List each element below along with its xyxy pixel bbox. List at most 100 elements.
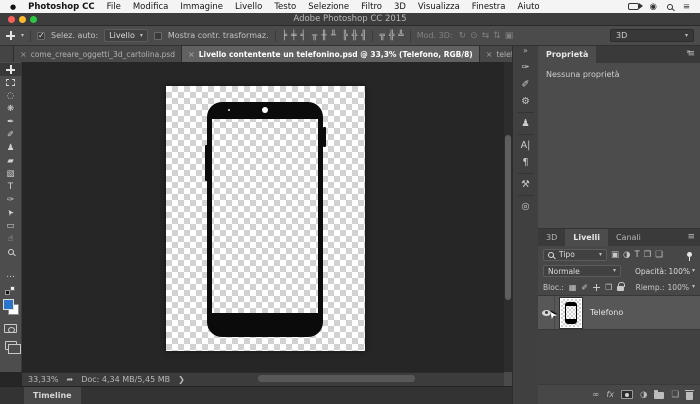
path-selection-tool[interactable]: ➤ bbox=[0, 206, 22, 219]
tab-proprieta[interactable]: Proprietà bbox=[538, 46, 596, 63]
canvas-area[interactable] bbox=[22, 62, 504, 372]
marquee-tool[interactable] bbox=[0, 76, 22, 89]
status-chevron-icon[interactable]: ❯ bbox=[178, 375, 185, 384]
add-layer-mask-icon[interactable] bbox=[621, 390, 633, 399]
color-swatches[interactable] bbox=[3, 299, 19, 315]
filter-type-layers-icon[interactable]: T bbox=[634, 250, 639, 260]
lock-transparent-pixels-icon[interactable]: ▦ bbox=[569, 283, 577, 292]
close-tab-icon[interactable]: × bbox=[20, 50, 27, 59]
distribute-top-icon[interactable]: ╦ bbox=[379, 31, 384, 41]
tool-presets-panel-icon[interactable]: ⚒ bbox=[513, 176, 538, 193]
distribute-left-icon[interactable]: ╠ bbox=[342, 31, 347, 41]
filter-shape-layers-icon[interactable]: ❒ bbox=[644, 250, 652, 260]
foreground-color-swatch[interactable] bbox=[3, 299, 14, 310]
layer-row-telefono[interactable]: Telefono bbox=[538, 296, 700, 330]
screen-mode-button[interactable] bbox=[5, 341, 17, 350]
brush-panel-icon[interactable]: ✐ bbox=[513, 76, 538, 93]
clone-stamp-tool[interactable]: ♟ bbox=[0, 141, 22, 154]
distribute-center-h-icon[interactable]: ╬ bbox=[352, 31, 357, 41]
filter-toggle-pin-icon[interactable] bbox=[687, 252, 692, 257]
layer-name[interactable]: Telefono bbox=[590, 308, 623, 317]
align-left-icon[interactable]: ╞ bbox=[282, 31, 287, 41]
screen-record-icon[interactable] bbox=[628, 3, 639, 10]
vertical-scrollbar-thumb[interactable] bbox=[505, 135, 511, 300]
horizontal-scrollbar-thumb[interactable] bbox=[258, 375, 415, 382]
apple-logo-icon[interactable]: ● bbox=[10, 3, 16, 11]
menu-item-filtro[interactable]: Filtro bbox=[361, 2, 382, 12]
move-tool[interactable] bbox=[0, 63, 22, 76]
workspace-dropdown[interactable]: 3D ▾ bbox=[610, 29, 694, 42]
zoom-level-field[interactable]: 33,33% bbox=[28, 375, 59, 384]
auto-select-checkbox[interactable] bbox=[37, 32, 45, 40]
menu-app-name[interactable]: Photoshop CC bbox=[28, 2, 95, 12]
brush-tool[interactable]: ✐ bbox=[0, 128, 22, 141]
quick-mask-button[interactable] bbox=[4, 324, 17, 333]
move-tool-preset-icon[interactable] bbox=[6, 31, 15, 40]
distribute-bottom-icon[interactable]: ╩ bbox=[398, 31, 403, 41]
edit-toolbar-button[interactable]: ⋯ bbox=[0, 270, 22, 283]
document-tab-1[interactable]: × come_creare_oggetti_3d_cartolina.psd bbox=[14, 46, 182, 62]
filter-pixel-layers-icon[interactable]: ▣ bbox=[611, 250, 619, 260]
menu-item-immagine[interactable]: Immagine bbox=[180, 2, 223, 12]
layer-style-fx-icon[interactable]: fx bbox=[606, 390, 614, 399]
eyedropper-tool[interactable]: ✒ bbox=[0, 115, 22, 128]
fill-value[interactable]: 100% bbox=[668, 283, 689, 292]
distribute-center-v-icon[interactable]: ╬ bbox=[389, 31, 394, 41]
align-center-v-icon[interactable]: ╫ bbox=[321, 31, 326, 41]
menu-item-selezione[interactable]: Selezione bbox=[308, 2, 349, 12]
new-layer-icon[interactable]: ❏ bbox=[671, 390, 679, 400]
align-top-icon[interactable]: ╥ bbox=[312, 31, 317, 41]
brush-settings-panel-icon[interactable]: ✑ bbox=[513, 59, 538, 76]
align-right-icon[interactable]: ╡ bbox=[300, 31, 305, 41]
eraser-tool[interactable]: ▰ bbox=[0, 154, 22, 167]
notification-list-icon[interactable]: ≡ bbox=[683, 2, 690, 12]
panel-menu-icon[interactable]: ≡ bbox=[687, 232, 695, 242]
menu-item-visualizza[interactable]: Visualizza bbox=[418, 2, 460, 12]
lock-position-icon[interactable] bbox=[593, 284, 600, 291]
align-bottom-icon[interactable]: ╨ bbox=[331, 31, 336, 41]
lock-artboard-icon[interactable]: ❒ bbox=[605, 283, 612, 292]
lock-all-icon[interactable] bbox=[617, 286, 624, 291]
share-icon[interactable]: ➦ bbox=[67, 375, 74, 384]
tab-canali[interactable]: Canali bbox=[608, 229, 649, 246]
align-center-h-icon[interactable]: ╪ bbox=[291, 31, 296, 41]
hand-tool[interactable]: ☝ bbox=[0, 232, 22, 245]
opacity-value[interactable]: 100% bbox=[669, 267, 690, 276]
document-canvas[interactable] bbox=[166, 86, 365, 351]
quick-selection-tool[interactable]: ❋ bbox=[0, 102, 22, 115]
menu-item-testo[interactable]: Testo bbox=[274, 2, 296, 12]
distribute-right-icon[interactable]: ╣ bbox=[361, 31, 366, 41]
chevron-down-icon[interactable]: ▾ bbox=[692, 268, 695, 274]
chevron-down-icon[interactable]: ▾ bbox=[692, 284, 695, 290]
lock-image-pixels-icon[interactable]: ✐ bbox=[581, 283, 588, 292]
document-tab-2-active[interactable]: × Livello contentente un telefonino.psd … bbox=[182, 46, 480, 62]
close-tab-icon[interactable]: × bbox=[486, 50, 493, 59]
zoom-tool[interactable] bbox=[0, 245, 22, 258]
adjustments-panel-icon[interactable]: ⚙ bbox=[513, 93, 538, 110]
clone-source-panel-icon[interactable]: ♟ bbox=[513, 115, 538, 132]
menu-item-finestra[interactable]: Finestra bbox=[472, 2, 506, 12]
filter-adjustment-layers-icon[interactable]: ◑ bbox=[623, 250, 630, 260]
menu-item-aiuto[interactable]: Aiuto bbox=[518, 2, 540, 12]
paragraph-panel-icon[interactable]: ¶ bbox=[513, 154, 538, 171]
close-tab-icon[interactable]: × bbox=[188, 50, 195, 59]
pen-tool[interactable]: ✑ bbox=[0, 193, 22, 206]
menu-item-file[interactable]: File bbox=[107, 2, 121, 12]
new-group-folder-icon[interactable] bbox=[654, 392, 664, 399]
link-layers-icon[interactable]: ∞ bbox=[592, 390, 599, 400]
gradient-tool[interactable]: ▧ bbox=[0, 167, 22, 180]
expand-dock-icon[interactable]: » bbox=[523, 46, 528, 59]
spotlight-search-icon[interactable] bbox=[667, 4, 673, 10]
menu-item-3d[interactable]: 3D bbox=[394, 2, 406, 12]
libraries-panel-icon[interactable]: ◎ bbox=[513, 198, 538, 215]
lasso-tool[interactable]: ◌ bbox=[0, 89, 22, 102]
default-swap-swatches[interactable] bbox=[5, 286, 16, 295]
rectangle-shape-tool[interactable]: ▭ bbox=[0, 219, 22, 232]
delete-layer-trash-icon[interactable] bbox=[686, 392, 693, 400]
character-panel-icon[interactable]: A| bbox=[513, 137, 538, 154]
auto-select-dropdown[interactable]: Livello ▾ bbox=[104, 29, 148, 42]
tab-livelli[interactable]: Livelli bbox=[565, 229, 608, 246]
menu-item-modifica[interactable]: Modifica bbox=[133, 2, 169, 12]
type-tool[interactable]: T bbox=[0, 180, 22, 193]
eye-status-icon[interactable]: ◉ bbox=[649, 2, 656, 12]
